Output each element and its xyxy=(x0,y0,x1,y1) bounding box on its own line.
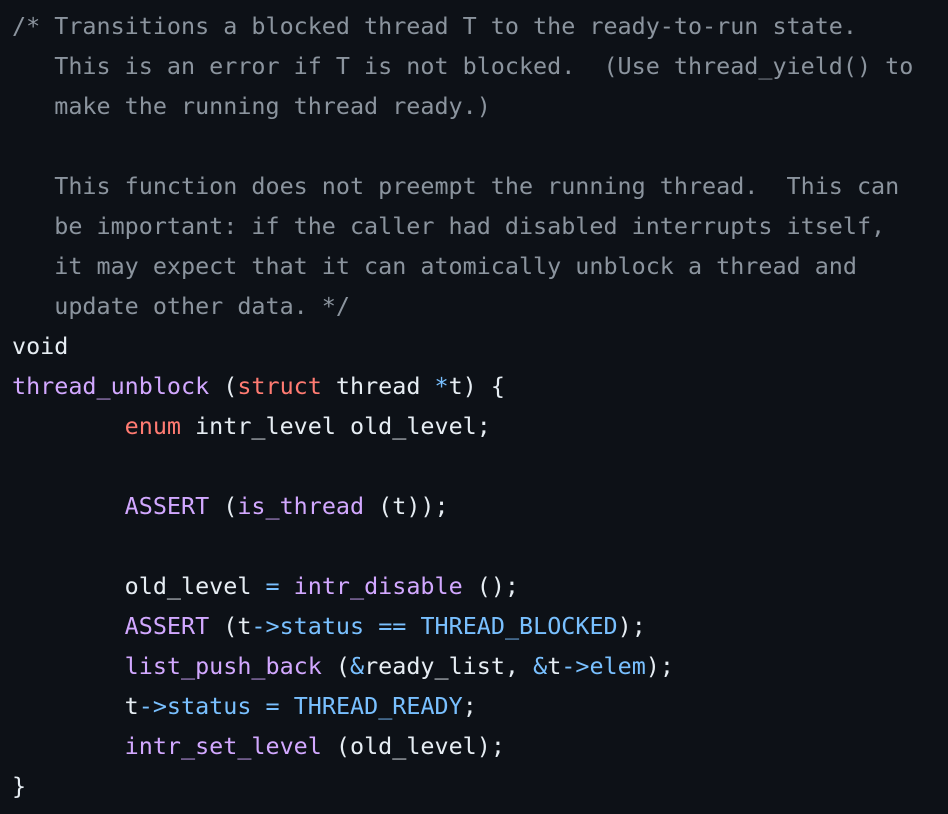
code-line: update other data. */ xyxy=(12,286,913,326)
code-token: -> xyxy=(561,652,590,680)
code-token: ASSERT xyxy=(124,492,210,520)
code-line: list_push_back (&ready_list, &t->elem); xyxy=(12,646,913,686)
code-token: ; xyxy=(462,692,477,720)
code-token: make the running thread ready.) xyxy=(12,92,491,120)
code-token: t xyxy=(547,652,562,680)
code-line: intr_set_level (old_level); xyxy=(12,726,913,766)
code-token: } xyxy=(12,772,27,800)
code-token: = xyxy=(265,572,280,600)
code-token: & xyxy=(533,652,548,680)
code-line: enum intr_level old_level; xyxy=(12,406,913,446)
code-line: ASSERT (t->status == THREAD_BLOCKED); xyxy=(12,606,913,646)
code-token: -> xyxy=(138,692,167,720)
code-token: ); xyxy=(617,612,646,640)
code-token: thread_unblock xyxy=(12,372,210,400)
code-token: old_level xyxy=(12,572,266,600)
code-token: t) { xyxy=(448,372,505,400)
code-token: intr_disable xyxy=(293,572,463,600)
code-token: ( xyxy=(209,492,238,520)
code-token: (t xyxy=(209,612,252,640)
code-line: it may expect that it can atomically unb… xyxy=(12,246,913,286)
code-token: This function does not preempt the runni… xyxy=(12,172,900,200)
code-line: void xyxy=(12,326,913,366)
code-token: -> xyxy=(251,612,280,640)
code-line: This function does not preempt the runni… xyxy=(12,166,913,206)
code-token: ( xyxy=(321,652,350,680)
code-token: (old_level); xyxy=(321,732,505,760)
code-line: This is an error if T is not blocked. (U… xyxy=(12,46,913,86)
code-token: = xyxy=(265,692,280,720)
code-token: ready_list, xyxy=(364,652,534,680)
code-token: & xyxy=(350,652,365,680)
code-token: status xyxy=(166,692,252,720)
code-viewer: /* Transitions a blocked thread T to the… xyxy=(0,0,948,814)
code-token: void xyxy=(12,332,69,360)
code-token: This is an error if T is not blocked. (U… xyxy=(12,52,914,80)
code-token: elem xyxy=(589,652,646,680)
code-token: (t)); xyxy=(364,492,449,520)
code-line: t->status = THREAD_READY; xyxy=(12,686,913,726)
code-token: (); xyxy=(462,572,520,600)
code-token: t xyxy=(12,692,139,720)
code-token: it may expect that it can atomically unb… xyxy=(12,252,857,280)
code-token: be important: if the caller had disabled… xyxy=(12,212,886,240)
code-line: be important: if the caller had disabled… xyxy=(12,206,913,246)
code-line: make the running thread ready.) xyxy=(12,86,913,126)
code-token: ); xyxy=(645,652,674,680)
code-token: ASSERT xyxy=(124,612,210,640)
code-token: enum xyxy=(124,412,182,440)
code-token: update other data. */ xyxy=(12,292,350,320)
code-line: /* Transitions a blocked thread T to the… xyxy=(12,6,913,46)
code-token: == xyxy=(378,612,407,640)
code-token: is_thread xyxy=(237,492,365,520)
code-token: ( xyxy=(209,372,238,400)
code-line: old_level = intr_disable (); xyxy=(12,566,913,606)
code-token: THREAD_READY xyxy=(293,692,463,720)
code-token: * xyxy=(434,372,449,400)
code-line: } xyxy=(12,766,913,806)
code-block[interactable]: /* Transitions a blocked thread T to the… xyxy=(12,6,913,806)
code-line: thread_unblock (struct thread *t) { xyxy=(12,366,913,406)
code-token: status xyxy=(279,612,365,640)
code-token: list_push_back xyxy=(124,652,322,680)
code-token: THREAD_BLOCKED xyxy=(420,612,618,640)
code-token: thread xyxy=(321,372,435,400)
code-line: ASSERT (is_thread (t)); xyxy=(12,486,913,526)
code-token: struct xyxy=(237,372,322,400)
code-token: /* Transitions a blocked thread T to the… xyxy=(12,12,857,40)
code-token: intr_set_level xyxy=(124,732,322,760)
code-token: intr_level old_level; xyxy=(181,412,491,440)
